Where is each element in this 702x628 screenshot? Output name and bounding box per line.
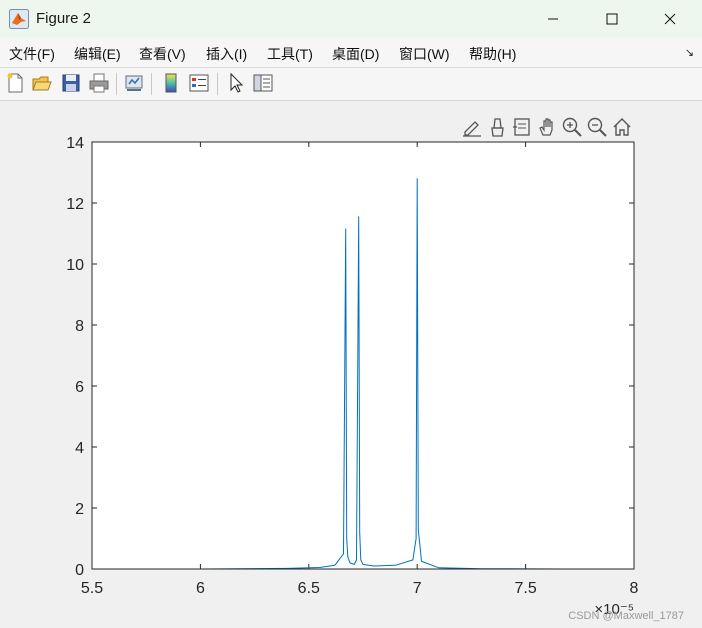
menu-tools[interactable]: 工具(T): [267, 44, 313, 64]
property-inspector-icon[interactable]: [252, 72, 274, 94]
open-file-icon[interactable]: [31, 72, 53, 94]
figure-canvas: [0, 101, 702, 628]
close-icon: [664, 13, 676, 25]
brush-edit-icon[interactable]: [461, 116, 483, 138]
data-tips-icon[interactable]: [486, 116, 508, 138]
zoom-out-icon[interactable]: [586, 116, 608, 138]
menu-overflow-icon[interactable]: ↘: [685, 46, 694, 59]
menu-view[interactable]: 查看(V): [139, 44, 186, 64]
menu-desktop[interactable]: 桌面(D): [332, 44, 379, 64]
minimize-button[interactable]: [530, 0, 576, 38]
new-figure-icon[interactable]: [4, 72, 26, 94]
colorbar-icon[interactable]: [160, 72, 182, 94]
home-icon[interactable]: [611, 116, 633, 138]
title-bar: Figure 2: [0, 0, 702, 39]
menu-bar: 文件(F) 编辑(E) 查看(V) 插入(I) 工具(T) 桌面(D) 窗口(W…: [0, 38, 702, 68]
minimize-icon: [548, 18, 558, 20]
menu-window[interactable]: 窗口(W): [399, 44, 450, 64]
zoom-in-icon[interactable]: [561, 116, 583, 138]
maximize-icon: [606, 13, 618, 25]
toolbar-separator: [217, 73, 218, 95]
menu-help[interactable]: 帮助(H): [469, 44, 516, 64]
link-plot-icon[interactable]: [123, 72, 145, 94]
pan-icon[interactable]: [536, 116, 558, 138]
legend-icon[interactable]: [188, 72, 210, 94]
toolbar-separator: [151, 73, 152, 95]
menu-file[interactable]: 文件(F): [9, 44, 55, 64]
figure-toolbar: [0, 68, 702, 101]
print-icon[interactable]: [88, 72, 110, 94]
menu-insert[interactable]: 插入(I): [206, 44, 247, 64]
toolbar-separator: [116, 73, 117, 95]
save-icon[interactable]: [60, 72, 82, 94]
window-title: Figure 2: [36, 10, 92, 27]
export-icon[interactable]: [511, 116, 533, 138]
menu-edit[interactable]: 编辑(E): [74, 44, 121, 64]
close-button[interactable]: [647, 0, 693, 38]
matlab-app-icon: [9, 9, 29, 29]
watermark: CSDN @Maxwell_1787: [568, 610, 684, 622]
maximize-button[interactable]: [589, 0, 635, 38]
pointer-icon[interactable]: [225, 72, 247, 94]
